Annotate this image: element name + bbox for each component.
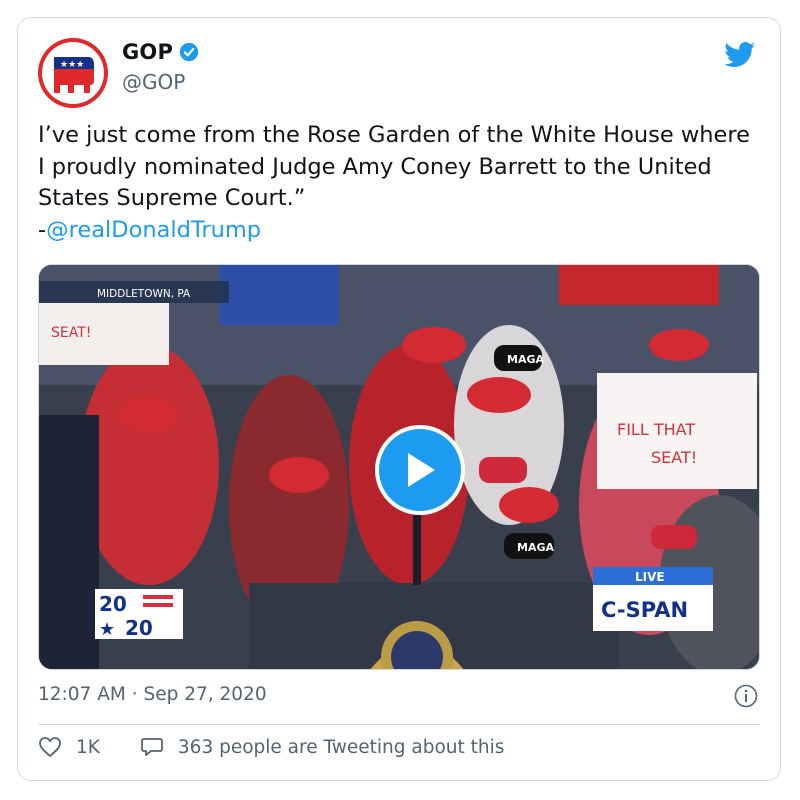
mask-text: MAGA	[507, 353, 544, 366]
account-handle[interactable]: @GOP	[122, 70, 185, 94]
tweet-body: I’ve just come from the Rose Garden of t…	[38, 122, 750, 211]
divider	[38, 724, 760, 725]
video-media[interactable]: MAGA MAGA SEAT! MIDDLETOWN, PA FILL THAT…	[38, 264, 760, 670]
like-button[interactable]: 1K	[38, 736, 100, 758]
play-icon	[408, 453, 435, 487]
play-button[interactable]	[375, 425, 465, 515]
tweeting-count: 363 people are Tweeting about this	[177, 736, 505, 758]
like-count: 1K	[76, 736, 100, 758]
account-name[interactable]: GOP	[122, 40, 173, 64]
attribution-prefix: -	[38, 216, 47, 243]
location-caption: MIDDLETOWN, PA	[97, 288, 191, 300]
reply-button[interactable]: 363 people are Tweeting about this	[140, 736, 504, 758]
sign-line-1: FILL THAT	[617, 420, 695, 439]
gop-avatar[interactable]: ★★★	[38, 38, 108, 108]
svg-text:MAGA: MAGA	[517, 541, 554, 554]
svg-text:SEAT!: SEAT!	[51, 325, 91, 341]
gop-elephant-icon: ★★★	[54, 57, 94, 93]
info-icon[interactable]	[734, 684, 758, 712]
speech-bubble-icon	[141, 738, 163, 756]
svg-text:★: ★	[99, 619, 115, 640]
sign-line-2: SEAT!	[651, 448, 697, 467]
logo-year-bottom: 20	[125, 616, 153, 640]
mention-link[interactable]: @realDonaldTrump	[46, 217, 261, 243]
live-label: LIVE	[635, 570, 665, 584]
verified-badge-icon	[179, 42, 199, 62]
network-label: C-SPAN	[601, 598, 688, 622]
heart-icon	[39, 737, 61, 758]
tweet-text: I’ve just come from the Rose Garden of t…	[38, 120, 758, 246]
svg-text:★★★: ★★★	[60, 60, 84, 70]
logo-year-top: 20	[99, 592, 127, 616]
tweet-timestamp[interactable]: 12:07 AM · Sep 27, 2020	[38, 684, 267, 705]
twitter-bird-icon[interactable]	[724, 42, 756, 72]
tweet-card: ★★★ GOP @GOP I’ve just come from the Ros…	[17, 17, 781, 781]
